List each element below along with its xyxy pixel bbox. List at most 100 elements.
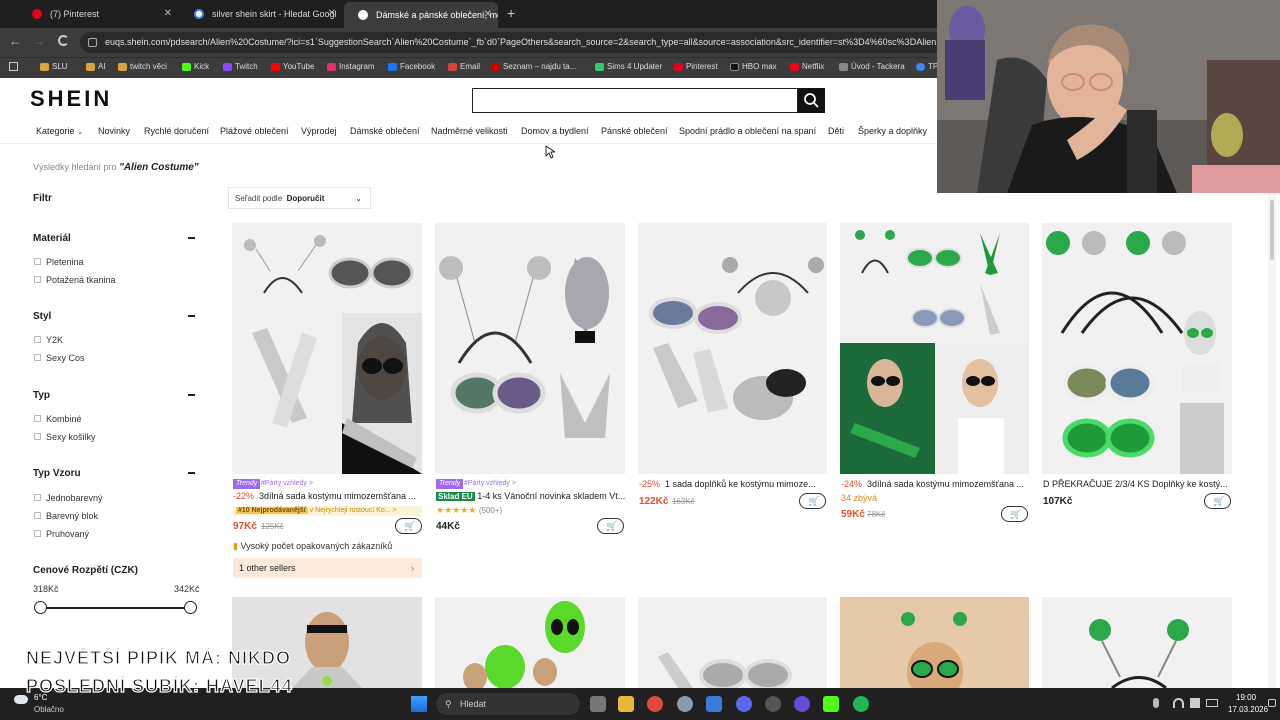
nav-kategorie[interactable]: Kategorie ⌄ bbox=[36, 126, 83, 136]
bookmark-facebook[interactable]: Facebook bbox=[388, 62, 435, 71]
filter-group-typ-vzoru[interactable]: Typ Vzoru bbox=[33, 468, 81, 479]
tab-google[interactable]: silver shein skirt - Hledat Googl ✕ bbox=[180, 3, 342, 25]
add-to-cart-button[interactable]: 🛒 bbox=[799, 493, 826, 509]
close-icon[interactable]: ✕ bbox=[328, 3, 336, 25]
filter-option[interactable]: Sexy košilky bbox=[46, 432, 96, 442]
filter-option[interactable]: Kombiné bbox=[46, 414, 82, 424]
nav-plazove-obleceni[interactable]: Plážové oblečení bbox=[220, 126, 289, 136]
kick-icon[interactable] bbox=[823, 696, 839, 712]
product-title[interactable]: -24% 3dílná sada kostýmu mimozemšťana ..… bbox=[841, 479, 1029, 489]
product-image[interactable] bbox=[232, 597, 422, 688]
sort-dropdown[interactable]: Seřadit podle Doporučit ⌄ bbox=[228, 187, 371, 209]
add-to-cart-button[interactable]: 🛒 bbox=[1204, 493, 1231, 509]
spotify-icon[interactable] bbox=[853, 696, 869, 712]
discord-icon[interactable] bbox=[736, 696, 752, 712]
collapse-icon[interactable] bbox=[188, 472, 195, 474]
collapse-icon[interactable] bbox=[188, 394, 195, 396]
nav-spodni-pradlo[interactable]: Spodní prádlo a oblečení na spaní bbox=[679, 126, 816, 136]
price-slider-min-handle[interactable] bbox=[34, 601, 47, 614]
filter-option[interactable]: Barevný blok bbox=[46, 511, 98, 521]
microphone-icon[interactable] bbox=[1153, 698, 1159, 708]
filter-option[interactable]: Jednobarevný bbox=[46, 493, 103, 503]
bookmark-pinterest[interactable]: Pinterest bbox=[674, 62, 718, 71]
product-image[interactable] bbox=[840, 223, 1029, 474]
photos-icon[interactable] bbox=[706, 696, 722, 712]
site-info-icon[interactable] bbox=[88, 38, 97, 47]
checkbox[interactable] bbox=[34, 433, 41, 440]
nav-damske-obleceni[interactable]: Dámské oblečení bbox=[350, 126, 420, 136]
nav-panske-obleceni[interactable]: Pánské oblečení bbox=[601, 126, 668, 136]
tab-shein[interactable]: Dámské a pánské oblečení, mó ✕ bbox=[344, 2, 498, 28]
product-image[interactable] bbox=[435, 223, 625, 474]
product-title[interactable]: D PŘEKRAČUJE 2/3/4 KS Doplňky ke kostý..… bbox=[1043, 479, 1232, 489]
bookmark-tp[interactable]: TP bbox=[916, 62, 938, 71]
collapse-icon[interactable] bbox=[188, 315, 195, 317]
checkbox[interactable] bbox=[34, 512, 41, 519]
loading-icon[interactable] bbox=[58, 35, 69, 46]
filter-group-styl[interactable]: Styl bbox=[33, 311, 51, 322]
filter-group-typ[interactable]: Typ bbox=[33, 390, 50, 401]
checkbox[interactable] bbox=[34, 494, 41, 501]
checkbox[interactable] bbox=[34, 258, 41, 265]
search-input[interactable] bbox=[472, 88, 798, 113]
filter-option[interactable]: Pletenina bbox=[46, 257, 84, 267]
nav-novinky[interactable]: Novinky bbox=[98, 126, 130, 136]
trend-link[interactable]: #Párty vzhledy > bbox=[258, 479, 316, 489]
other-sellers-link[interactable]: 1 other sellers › bbox=[233, 558, 422, 578]
product-image[interactable] bbox=[840, 597, 1029, 688]
nav-deti[interactable]: Děti bbox=[828, 126, 844, 136]
nav-rychle-doruceni[interactable]: Rychlé doručení bbox=[144, 126, 209, 136]
bookmark-youtube[interactable]: YouTube bbox=[271, 62, 314, 71]
task-view-icon[interactable] bbox=[590, 696, 606, 712]
product-image[interactable] bbox=[435, 597, 625, 688]
rank-badge[interactable]: #10 Nejprodávanější v Nejrychleji rostou… bbox=[233, 506, 422, 516]
nav-vyprodej[interactable]: Výprodej bbox=[301, 126, 337, 136]
bookmark-twitch-veci[interactable]: twitch věci bbox=[118, 62, 167, 71]
bookmark-netflix[interactable]: Netflix bbox=[790, 62, 824, 71]
new-tab-button[interactable]: + bbox=[507, 5, 515, 21]
checkbox[interactable] bbox=[34, 276, 41, 283]
scrollbar-track[interactable] bbox=[1268, 193, 1276, 688]
bookmark-seznam[interactable]: Seznam – najdu ta... bbox=[491, 62, 576, 71]
bookmark-email[interactable]: Email bbox=[448, 62, 480, 71]
notification-icon[interactable] bbox=[1268, 699, 1276, 707]
obs-icon[interactable] bbox=[794, 696, 810, 712]
collapse-icon[interactable] bbox=[188, 237, 195, 239]
filter-option[interactable]: Pruhovaný bbox=[46, 529, 89, 539]
close-icon[interactable]: ✕ bbox=[164, 3, 172, 25]
product-image[interactable] bbox=[638, 223, 827, 474]
nav-domov-a-bydleni[interactable]: Domov a bydlení bbox=[521, 126, 589, 136]
file-explorer-icon[interactable] bbox=[618, 696, 634, 712]
bookmark-instagram[interactable]: Instagram bbox=[327, 62, 375, 71]
bookmark-twitch[interactable]: Twitch bbox=[223, 62, 258, 71]
checkbox[interactable] bbox=[34, 530, 41, 537]
bookmark-hbo[interactable]: HBO max bbox=[730, 62, 777, 71]
checkbox[interactable] bbox=[34, 415, 41, 422]
close-icon[interactable]: ✕ bbox=[484, 2, 492, 28]
scrollbar-thumb[interactable] bbox=[1270, 200, 1274, 260]
add-to-cart-button[interactable]: 🛒 bbox=[597, 518, 624, 534]
chrome-icon[interactable] bbox=[647, 696, 663, 712]
wifi-icon[interactable] bbox=[1173, 698, 1184, 708]
settings-icon[interactable] bbox=[677, 696, 693, 712]
bookmark-ai[interactable]: AI bbox=[86, 62, 106, 71]
search-button[interactable] bbox=[798, 88, 825, 113]
shein-logo[interactable]: SHEIN bbox=[30, 86, 112, 112]
bookmark-kick[interactable]: Kick bbox=[182, 62, 209, 71]
bookmark-tackera[interactable]: Úvod - Tackera bbox=[839, 62, 905, 71]
trend-link[interactable]: #Párty vzhledy > bbox=[461, 479, 519, 489]
add-to-cart-button[interactable]: 🛒 bbox=[1001, 506, 1028, 522]
nav-nadmerne-velikosti[interactable]: Nadměrné velikosti bbox=[431, 126, 508, 136]
forward-icon[interactable]: → bbox=[33, 34, 45, 48]
tab-pinterest[interactable]: (7) Pinterest ✕ bbox=[18, 3, 178, 25]
checkbox[interactable] bbox=[34, 336, 41, 343]
product-title[interactable]: Sklad EU 1-4 ks Vánoční novinka skladem … bbox=[436, 491, 625, 501]
product-image[interactable] bbox=[1042, 223, 1232, 474]
filter-group-material[interactable]: Materiál bbox=[33, 233, 71, 244]
checkbox[interactable] bbox=[34, 354, 41, 361]
product-title[interactable]: -22% 3dílná sada kostýmu mimozemšťana ..… bbox=[233, 491, 422, 501]
product-image[interactable] bbox=[1042, 597, 1232, 688]
product-title[interactable]: -25% 1 sada doplňků ke kostýmu mimoze... bbox=[639, 479, 827, 489]
app-icon[interactable] bbox=[765, 696, 781, 712]
filter-option[interactable]: Y2K bbox=[46, 335, 63, 345]
